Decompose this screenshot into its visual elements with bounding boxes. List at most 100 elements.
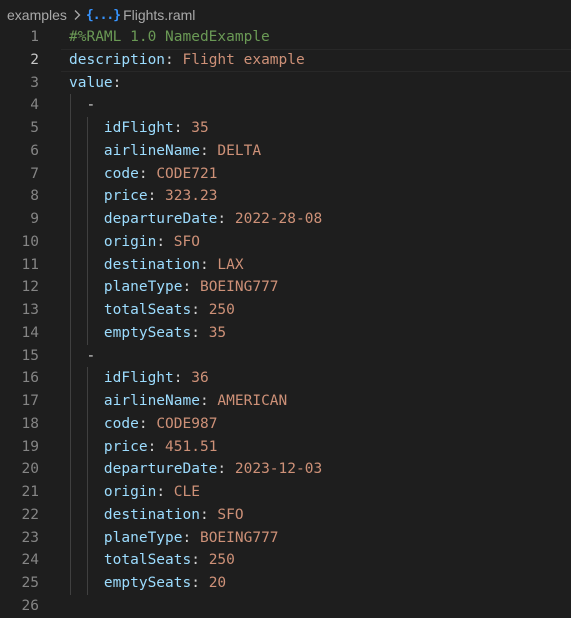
- yaml-value: 250: [208, 552, 235, 569]
- yaml-key: idFlight: [69, 370, 174, 387]
- code-line[interactable]: 13 totalSeats: 250: [0, 299, 571, 322]
- yaml-value: CODE721: [156, 165, 218, 182]
- punctuation-token: :: [217, 461, 235, 478]
- breadcrumb-file[interactable]: Flights.raml: [123, 7, 195, 23]
- yaml-value: BOEING777: [199, 279, 279, 296]
- yaml-key: totalSeats: [69, 302, 192, 318]
- yaml-key: emptySeats: [69, 575, 192, 591]
- code-text: -: [69, 345, 95, 368]
- code-line[interactable]: 25 emptySeats: 20: [0, 572, 571, 595]
- code-line[interactable]: 10 origin: SFO: [0, 230, 571, 254]
- code-line[interactable]: 6 airlineName: DELTA: [0, 139, 571, 163]
- yaml-value: 36: [191, 370, 209, 387]
- code-text: description: Flight example: [69, 49, 305, 72]
- code-line[interactable]: 11 destination: LAX: [0, 253, 571, 277]
- code-text: code: CODE721: [69, 163, 218, 186]
- punctuation-token: :: [199, 142, 218, 159]
- code-line[interactable]: 18 code: CODE987: [0, 412, 571, 436]
- yaml-key: planeType: [69, 279, 183, 296]
- punctuation-token: :: [199, 256, 218, 273]
- yaml-key: destination: [69, 256, 200, 273]
- punctuation-token: :: [199, 506, 218, 523]
- line-number: 5: [30, 120, 39, 136]
- code-line[interactable]: 20 departureDate: 2023-12-03: [0, 458, 571, 481]
- code-line[interactable]: 24 totalSeats: 250: [0, 549, 571, 572]
- yaml-value: CODE987: [156, 415, 218, 432]
- yaml-value: 250: [208, 302, 235, 318]
- line-number: 7: [30, 165, 39, 182]
- code-text: -: [69, 94, 95, 117]
- yaml-key: idFlight: [69, 120, 174, 136]
- breadcrumb-folder[interactable]: examples: [7, 7, 67, 23]
- code-line[interactable]: 2 description: Flight example: [0, 48, 571, 72]
- code-editor[interactable]: 1 #%RAML 1.0 NamedExample 2 description: Fl…: [0, 26, 571, 618]
- code-line[interactable]: 7 code: CODE721: [0, 162, 571, 186]
- code-text: totalSeats: 250: [69, 549, 235, 572]
- code-line[interactable]: 5 idFlight: 35: [0, 117, 571, 140]
- code-line[interactable]: 21 origin: CLE: [0, 481, 571, 504]
- punctuation-token: :: [191, 302, 209, 318]
- line-number: 11: [21, 256, 39, 273]
- line-number: 4: [30, 97, 39, 114]
- yaml-value: 451.51: [165, 438, 218, 455]
- yaml-key: code: [69, 165, 139, 182]
- line-number: 6: [30, 142, 39, 159]
- code-line[interactable]: 12 planeType: BOEING777: [0, 276, 571, 299]
- line-number: 10: [21, 233, 39, 250]
- code-line[interactable]: 23 planeType: BOEING777: [0, 526, 571, 550]
- code-line[interactable]: 17 airlineName: AMERICAN: [0, 390, 571, 413]
- line-number: 23: [21, 529, 39, 546]
- line-number: 3: [30, 74, 39, 91]
- yaml-key: totalSeats: [69, 552, 192, 569]
- code-text: value:: [69, 72, 121, 95]
- yaml-key: emptySeats: [69, 324, 192, 341]
- punctuation-token: :: [147, 188, 166, 205]
- punctuation-token: :: [173, 120, 192, 136]
- code-text: departureDate: 2023-12-03: [69, 458, 322, 481]
- yaml-value: SFO: [173, 233, 200, 250]
- yaml-key: airlineName: [69, 142, 200, 159]
- code-line[interactable]: 22 destination: SFO: [0, 503, 571, 527]
- code-text: #%RAML 1.0 NamedExample: [69, 26, 270, 49]
- code-text: origin: CLE: [69, 481, 200, 504]
- yaml-value: DELTA: [217, 142, 262, 159]
- code-line[interactable]: 16 idFlight: 36: [0, 367, 571, 390]
- code-line[interactable]: 4 -: [0, 94, 571, 117]
- yaml-value: 35: [191, 120, 209, 136]
- line-number: 22: [21, 506, 39, 523]
- punctuation-token: :: [199, 393, 218, 409]
- code-line[interactable]: 3 value:: [0, 72, 571, 95]
- yaml-value: SFO: [217, 506, 244, 523]
- line-number: 26: [21, 597, 39, 614]
- yaml-key: departureDate: [69, 461, 218, 478]
- yaml-value: LAX: [217, 256, 244, 273]
- code-text: destination: SFO: [69, 504, 244, 527]
- code-line[interactable]: 8 price: 323.23: [0, 185, 571, 208]
- code-line[interactable]: 9 departureDate: 2022-28-08: [0, 208, 571, 231]
- line-number: 8: [30, 188, 39, 205]
- yaml-value: Flight example: [182, 51, 305, 68]
- code-line[interactable]: 14 emptySeats: 35: [0, 321, 571, 345]
- line-number: 1: [30, 29, 39, 45]
- yaml-key: origin: [69, 484, 157, 500]
- code-text: idFlight: 35: [69, 117, 209, 140]
- punctuation-token: :: [191, 575, 209, 591]
- code-line[interactable]: 26: [0, 595, 571, 618]
- code-line[interactable]: 15 -: [0, 344, 571, 368]
- yaml-value: 2022-28-08: [234, 211, 323, 227]
- punctuation-token: :: [182, 529, 200, 546]
- punctuation-token: :: [147, 438, 166, 455]
- yaml-key: price: [69, 438, 148, 455]
- punctuation-token: :: [191, 324, 209, 341]
- yaml-value: 2023-12-03: [234, 461, 323, 478]
- line-number: 18: [21, 415, 39, 432]
- yaml-value: CLE: [173, 484, 200, 500]
- comment-token: #%RAML 1.0 NamedExample: [69, 29, 270, 45]
- punctuation-token: :: [191, 552, 209, 569]
- code-line[interactable]: 1 #%RAML 1.0 NamedExample: [0, 26, 571, 49]
- yaml-value: AMERICAN: [217, 393, 288, 409]
- line-number: 12: [21, 279, 39, 296]
- yaml-key: planeType: [69, 529, 183, 546]
- line-number: 17: [21, 393, 39, 409]
- code-line[interactable]: 19 price: 451.51: [0, 435, 571, 459]
